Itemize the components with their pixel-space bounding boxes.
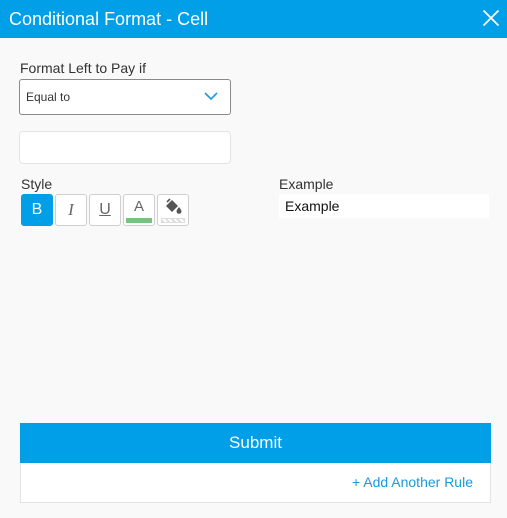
condition-label: Format Left to Pay if xyxy=(20,60,147,76)
font-color-swatch xyxy=(126,218,152,223)
font-color-button[interactable]: A xyxy=(123,194,155,226)
close-icon xyxy=(482,9,500,27)
close-button[interactable] xyxy=(482,9,500,27)
style-label: Style xyxy=(21,176,53,192)
add-another-rule-link[interactable]: + Add Another Rule xyxy=(352,474,473,490)
title-bar: Conditional Format - Cell xyxy=(0,0,507,38)
condition-select-value: Equal to xyxy=(26,90,71,104)
fill-color-button[interactable] xyxy=(157,194,189,226)
example-preview: Example xyxy=(279,194,489,218)
dialog-title: Conditional Format - Cell xyxy=(9,9,209,29)
rule-panel: + Add Another Rule xyxy=(20,463,491,503)
condition-value-input[interactable] xyxy=(19,131,231,164)
chevron-down-icon xyxy=(204,92,218,101)
font-color-icon: A xyxy=(133,198,144,215)
underline-button[interactable]: U xyxy=(89,194,121,226)
example-preview-text: Example xyxy=(285,198,340,214)
bold-button[interactable]: B xyxy=(21,194,53,226)
submit-button[interactable]: Submit xyxy=(20,423,491,463)
example-label: Example xyxy=(279,176,334,192)
paint-bucket-icon xyxy=(166,198,182,214)
italic-button[interactable]: I xyxy=(55,194,87,226)
fill-color-swatch xyxy=(161,218,185,223)
condition-select[interactable]: Equal to xyxy=(19,79,231,115)
